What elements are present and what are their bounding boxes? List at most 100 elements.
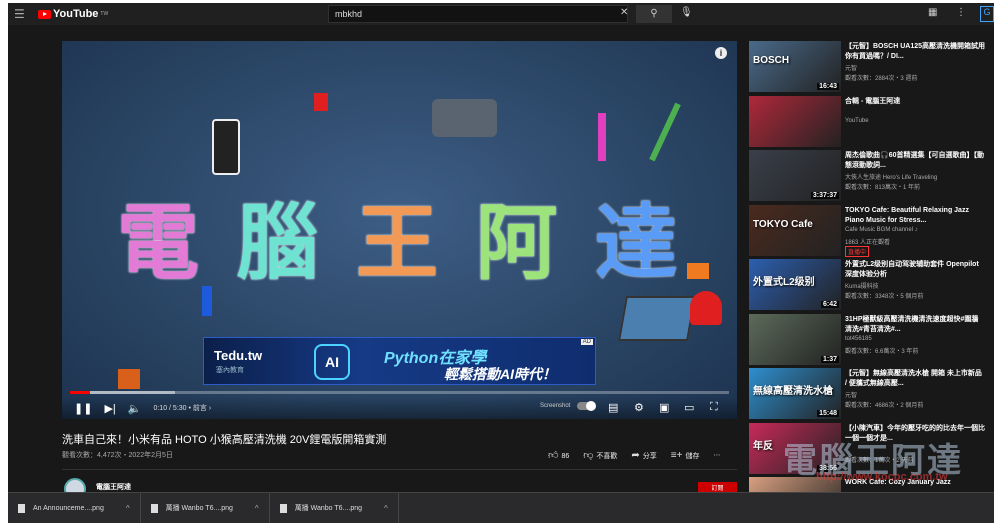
progress-bar[interactable]: [70, 391, 729, 394]
duration-badge: 6:42: [820, 301, 839, 308]
thumbs-down-icon: 👎︎: [583, 450, 594, 461]
player-controls: ❚❚ ▶| 🔈 0:10 / 5:30 • 前言 › Screenshot ▤ …: [62, 397, 737, 419]
video-player[interactable]: 電 腦 王 阿 達 i Tedu.tw 塞內教育 AI Python在家學 輕鬆…: [62, 41, 737, 419]
tetris-block: [598, 113, 606, 161]
recommendation-channel[interactable]: YouTube: [845, 118, 869, 124]
watermark-url: http://www.kocpc.com.tw: [816, 471, 948, 483]
share-button[interactable]: ➦ 分享: [631, 450, 656, 461]
recommendation-item[interactable]: 3:37:37 周杰倫歌曲🎧60首精選集【可自選歌曲】【動態滾動歌詞... 大俠人生…: [749, 150, 989, 205]
time-display[interactable]: 0:10 / 5:30 • 前言 ›: [153, 403, 211, 413]
apps-grid-icon[interactable]: ▦: [928, 7, 937, 18]
ad-brand-sub: 塞內教育: [216, 367, 244, 374]
download-filename: 萬播 Wanbo T6....png: [165, 505, 233, 512]
chevron-up-icon[interactable]: ^: [126, 504, 130, 513]
video-thumbnail[interactable]: [749, 95, 841, 147]
microphone-icon[interactable]: 🎙: [680, 7, 693, 18]
recommendation-channel[interactable]: 元智: [845, 63, 857, 72]
video-thumbnail[interactable]: 外置式L2级别 6:42: [749, 259, 841, 310]
settings-gear-icon[interactable]: ⚙: [634, 401, 644, 414]
miniplayer-icon[interactable]: ▣: [659, 401, 669, 414]
phone-illustration: [212, 119, 240, 175]
ad-line2: 輕鬆搭動AI時代！: [444, 366, 556, 382]
playlist-add-icon: ≡+: [670, 449, 683, 461]
more-actions-icon[interactable]: ⋯: [713, 451, 720, 459]
youtube-play-icon: [38, 9, 51, 19]
vacuum-illustration: [649, 102, 681, 162]
share-label: 分享: [642, 452, 657, 460]
download-filename: An Announceme....png: [33, 504, 104, 512]
thumbnail-text: BOSCH: [753, 55, 790, 66]
save-label: 儲存: [685, 452, 700, 460]
next-icon[interactable]: ▶|: [104, 402, 115, 415]
recommendation-title[interactable]: 外置式L2级别自动驾驶辅助套件 Openpilot深度体验分析: [845, 260, 985, 280]
fullscreen-icon[interactable]: ⛶: [710, 401, 718, 414]
overlay-char: 王: [355, 196, 438, 291]
pause-icon[interactable]: ❚❚: [74, 402, 92, 415]
recommendation-channel[interactable]: Cafe Music BGM channel ♪: [845, 227, 918, 233]
hamburger-menu-icon[interactable]: ☰: [14, 7, 28, 21]
screenshot-toggle[interactable]: [577, 401, 596, 411]
recommendation-channel[interactable]: tot456185: [845, 336, 872, 342]
recommendation-title[interactable]: 【元智】無線高壓清洗水槍 開箱 未上市新品 / 便攜式無線高壓...: [845, 369, 985, 389]
recommendation-meta: 觀看次數：3348次・5 個月前: [845, 294, 924, 300]
recommendation-channel[interactable]: Kuma摄科技: [845, 281, 879, 290]
video-thumbnail[interactable]: BOSCH 16:43: [749, 41, 841, 92]
recommendation-item[interactable]: 外置式L2级别 6:42 外置式L2级别自动驾驶辅助套件 Openpilot深度体验…: [749, 259, 989, 314]
region-label: TW: [100, 11, 109, 17]
divider: [62, 469, 737, 470]
recommendation-title[interactable]: 合輯 - 電腦王阿達: [845, 97, 985, 107]
dislike-label: 不喜歡: [596, 453, 618, 460]
recommendation-channel[interactable]: 元智: [845, 390, 857, 399]
recommendation-item[interactable]: 1:37 31HP極獸級高壓清洗機清洗速度超快#圍牆清洗#青苔清洗#... tot4…: [749, 313, 989, 369]
recommendation-item[interactable]: 無線高壓清洗水槍 15:48 【元智】無線高壓清洗水槍 開箱 未上市新品 / 便攜式…: [749, 368, 989, 423]
clear-search-icon[interactable]: ✕: [620, 7, 628, 18]
downloads-bar: An Announceme....png ^ 萬播 Wanbo T6....png…: [8, 492, 994, 523]
screenshot-label: Screenshot: [540, 403, 571, 409]
search-icon: ⚲: [650, 8, 658, 19]
dislike-button[interactable]: 👎︎ 不喜歡: [583, 449, 617, 461]
video-thumbnail[interactable]: 無線高壓清洗水槍 15:48: [749, 368, 841, 419]
tetris-block: [314, 93, 328, 111]
download-filename: 萬播 Wanbo T6....png: [294, 505, 362, 512]
video-thumbnail[interactable]: 1:37: [749, 313, 841, 365]
recommendation-meta: 觀看次數：6.6萬次・3 年前: [845, 348, 919, 355]
volume-icon[interactable]: 🔈: [128, 402, 142, 415]
ad-banner[interactable]: Tedu.tw 塞內教育 AI Python在家學 輕鬆搭動AI時代！ AD: [203, 337, 596, 385]
recommendation-title[interactable]: 31HP極獸級高壓清洗機清洗速度超快#圍牆清洗#青苔清洗#...: [845, 315, 985, 335]
info-icon[interactable]: i: [715, 47, 727, 59]
search-button[interactable]: ⚲: [636, 5, 672, 23]
search-input[interactable]: mbkhd: [328, 5, 628, 23]
share-icon: ➦: [631, 449, 640, 461]
video-thumbnail[interactable]: 3:37:37: [749, 150, 841, 201]
recommendation-title[interactable]: TOKYO Cafe: Beautiful Relaxing Jazz Pian…: [845, 206, 985, 226]
chevron-up-icon[interactable]: ^: [255, 504, 259, 513]
recommendation-item[interactable]: BOSCH 16:43 【元智】BOSCH UA125高壓清洗機開箱試用 你有買過嗎…: [749, 41, 989, 96]
download-item[interactable]: 萬播 Wanbo T6....png ^: [141, 493, 270, 523]
recommendation-item[interactable]: TOKYO Cafe TOKYO Cafe: Beautiful Relaxing…: [749, 204, 989, 260]
save-button[interactable]: ≡+ 儲存: [671, 450, 700, 461]
video-thumbnail[interactable]: TOKYO Cafe: [749, 204, 841, 256]
recommendation-item[interactable]: 合輯 - 電腦王阿達 YouTube: [749, 95, 989, 151]
theater-mode-icon[interactable]: ▭: [684, 401, 694, 414]
like-button[interactable]: 👍︎ 86: [548, 449, 569, 461]
recommendation-title[interactable]: 周杰倫歌曲🎧60首精選集【可自選歌曲】【動態滾動歌詞...: [845, 151, 985, 171]
download-item[interactable]: An Announceme....png ^: [8, 493, 141, 523]
live-badge: 直播中: [845, 245, 870, 257]
recommendation-channel[interactable]: 大俠人生旅途 Hero's Life Traveling: [845, 172, 937, 181]
video-actions: 👍︎ 86 👎︎ 不喜歡 ➦ 分享 ≡+ 儲存 ⋯: [548, 449, 720, 462]
recommendation-title[interactable]: 【元智】BOSCH UA125高壓清洗機開箱試用 你有買過嗎？/ DI...: [845, 42, 985, 62]
file-icon: [18, 503, 25, 513]
channel-name[interactable]: 電腦王阿達: [96, 482, 131, 492]
ad-close-badge[interactable]: AD: [580, 339, 593, 345]
account-avatar[interactable]: G: [980, 6, 994, 22]
download-item[interactable]: 萬播 Wanbo T6....png ^: [270, 493, 399, 523]
like-count: 86: [561, 453, 570, 460]
ad-ai-icon: AI: [314, 344, 350, 380]
chevron-up-icon[interactable]: ^: [384, 504, 388, 513]
youtube-logo[interactable]: YouTube TW: [38, 8, 108, 20]
ghost-illustration: [690, 291, 722, 325]
youtube-window: ☰ YouTube TW mbkhd ✕ ⚲ 🎙 ▦ ⋮ G 電 腦 王 阿 達 …: [8, 3, 994, 523]
overlay-char: 腦: [236, 196, 319, 291]
subtitles-icon[interactable]: ▤: [608, 401, 618, 414]
more-options-icon[interactable]: ⋮: [956, 7, 966, 18]
